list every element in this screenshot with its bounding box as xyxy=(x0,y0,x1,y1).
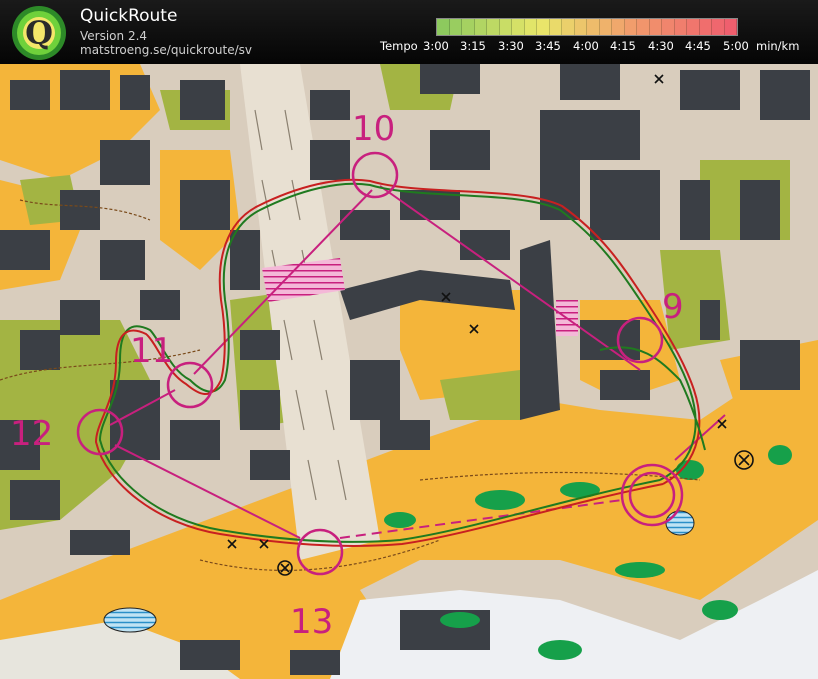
tempo-scale-segment xyxy=(562,19,575,35)
tempo-scale-segment xyxy=(637,19,650,35)
tempo-scale-segment xyxy=(512,19,525,35)
tempo-scale-segment xyxy=(437,19,450,35)
tempo-scale-segment xyxy=(574,19,587,35)
tempo-scale-segment xyxy=(524,19,537,35)
tempo-scale-segment xyxy=(599,19,612,35)
pond xyxy=(103,607,157,633)
tempo-scale-segment xyxy=(612,19,625,35)
tempo-tick: 5:00 xyxy=(723,39,749,53)
control-number-10: 10 xyxy=(352,109,395,149)
tempo-scale-segment xyxy=(537,19,550,35)
tempo-scale-segment xyxy=(662,19,675,35)
tempo-scale-segment xyxy=(462,19,475,35)
tempo-tick: 3:00 xyxy=(423,39,449,53)
app-title: QuickRoute xyxy=(80,6,178,26)
tempo-tick: 4:00 xyxy=(573,39,599,53)
tempo-scale-segment xyxy=(712,19,725,35)
tempo-legend: Tempo 3:00 3:15 3:30 3:45 4:00 4:15 4:30… xyxy=(380,39,810,55)
tempo-scale-segment xyxy=(687,19,700,35)
tempo-color-scale xyxy=(436,18,738,36)
tempo-tick: 3:30 xyxy=(498,39,524,53)
tempo-tick: 4:15 xyxy=(610,39,636,53)
tempo-unit: min/km xyxy=(756,39,800,53)
tempo-scale-segment xyxy=(724,19,737,35)
control-number-11: 11 xyxy=(130,331,173,371)
orienteering-map[interactable]: 9 10 11 12 13 xyxy=(0,64,818,679)
tempo-scale-segment xyxy=(699,19,712,35)
app-version: Version 2.4 xyxy=(80,29,148,43)
control-number-9: 9 xyxy=(662,287,684,327)
tempo-tick: 4:30 xyxy=(648,39,674,53)
tempo-scale-segment xyxy=(674,19,687,35)
tempo-scale-segment xyxy=(487,19,500,35)
tempo-scale-segment xyxy=(649,19,662,35)
tempo-scale-segment xyxy=(474,19,487,35)
quickroute-logo-icon: Q xyxy=(12,6,66,60)
control-number-12: 12 xyxy=(10,414,53,454)
tempo-tick: 3:15 xyxy=(460,39,486,53)
tempo-scale-segment xyxy=(624,19,637,35)
tempo-scale-segment xyxy=(549,19,562,35)
pond xyxy=(665,510,695,536)
app-url[interactable]: matstroeng.se/quickroute/sv xyxy=(80,43,252,57)
control-number-13: 13 xyxy=(290,602,333,642)
tempo-label: Tempo xyxy=(380,39,418,53)
tempo-scale-segment xyxy=(499,19,512,35)
tempo-tick: 4:45 xyxy=(685,39,711,53)
tempo-tick: 3:45 xyxy=(535,39,561,53)
tempo-scale-segment xyxy=(587,19,600,35)
tempo-scale-segment xyxy=(449,19,462,35)
logo-letter: Q xyxy=(25,14,53,52)
app-header: Q QuickRoute Version 2.4 matstroeng.se/q… xyxy=(0,0,818,64)
